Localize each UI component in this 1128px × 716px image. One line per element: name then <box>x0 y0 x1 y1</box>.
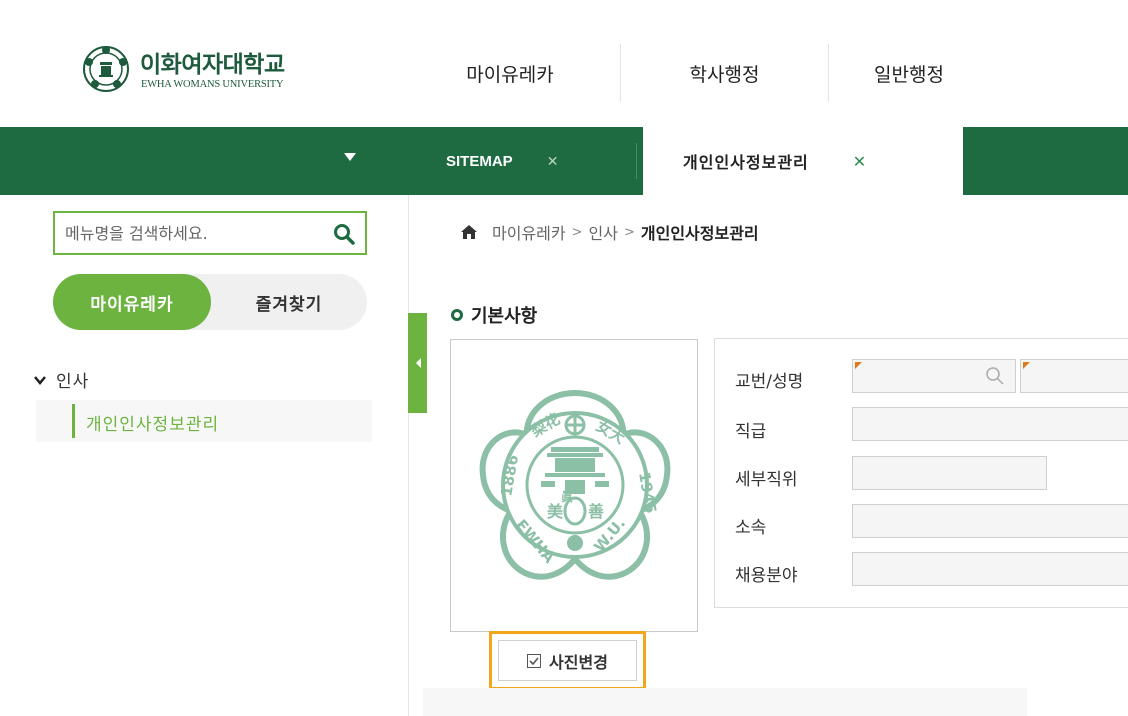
sub-position-field[interactable] <box>852 456 1047 490</box>
tab-active-label: 개인인사정보관리 <box>683 153 809 172</box>
sidebar-border <box>408 195 409 716</box>
university-seal-image: 美 善 眞 梨花 女大 1886 1945 EWHA W.U. <box>479 389 671 580</box>
breadcrumb-item[interactable]: 인사 <box>589 220 618 244</box>
tab-personal-hr-info[interactable]: 개인인사정보관리 ✕ <box>643 127 963 195</box>
section-title-text: 기본사항 <box>471 306 538 327</box>
sidebar-collapse-handle[interactable] <box>408 313 427 413</box>
university-logo[interactable]: 이화여자대학교 EWHA WOMANS UNIVERSITY <box>82 45 342 101</box>
change-photo-button[interactable]: 사진변경 <box>498 640 637 681</box>
hiring-field-field[interactable] <box>852 552 1128 586</box>
employee-name-field[interactable] <box>1020 359 1128 393</box>
toggle-favorites-button[interactable]: 즐겨찾기 <box>211 274 367 330</box>
breadcrumb-separator: > <box>623 224 635 240</box>
search-icon[interactable] <box>333 223 355 245</box>
required-mark <box>855 362 862 369</box>
home-icon[interactable] <box>460 224 478 240</box>
department-field[interactable] <box>852 504 1128 538</box>
tree-node-hr[interactable]: 인사 <box>34 367 89 392</box>
profile-photo: 美 善 眞 梨花 女大 1886 1945 EWHA W.U. <box>450 339 698 632</box>
rank-field[interactable] <box>852 407 1128 441</box>
bullet-circle-icon <box>451 309 463 321</box>
tree-item-label: 개인인사정보관리 <box>86 415 220 435</box>
nav-general-admin[interactable]: 일반행정 <box>829 44 989 102</box>
top-navigation: 마이유레카 학사행정 일반행정 <box>400 44 989 102</box>
nav-academic-admin[interactable]: 학사행정 <box>621 44 828 102</box>
breadcrumb-item[interactable]: 마이유레카 <box>492 220 566 244</box>
arrow-left-icon <box>416 358 421 368</box>
menu-dropdown-caret-icon[interactable] <box>344 153 356 161</box>
checkbox-check-icon <box>527 653 542 668</box>
tab-active-close-icon[interactable]: ✕ <box>853 152 866 171</box>
logo-korean-text: 이화여자대학교 <box>140 52 285 78</box>
menu-search-input[interactable] <box>65 213 325 253</box>
tab-sitemap-close-icon[interactable]: ✕ <box>547 153 559 170</box>
tree-node-label: 인사 <box>56 372 90 392</box>
basic-info-form: 교번/성명 직급 세부직위 소속 채용분야 <box>714 338 1128 608</box>
breadcrumb-separator: > <box>571 224 583 240</box>
breadcrumb: 마이유레카 > 인사 > 개인인사정보관리 <box>460 220 759 244</box>
label-sub-position: 세부직위 <box>735 470 798 490</box>
menu-search-box <box>53 211 367 255</box>
label-employee-no-name: 교번/성명 <box>735 372 804 392</box>
breadcrumb-current: 개인인사정보관리 <box>640 224 759 243</box>
tab-divider <box>636 143 637 179</box>
search-icon[interactable] <box>985 366 1005 386</box>
svg-text:善: 善 <box>588 502 604 521</box>
active-indicator <box>72 404 75 438</box>
menu-toggle: 마이유레카 즐겨찾기 <box>53 274 367 330</box>
tab-sitemap-label: SITEMAP <box>446 152 513 170</box>
header: 이화여자대학교 EWHA WOMANS UNIVERSITY 마이유레카 학사행… <box>0 0 1128 127</box>
chevron-down-icon <box>34 375 46 385</box>
lower-content-panel <box>423 688 1027 716</box>
tab-bar: SITEMAP ✕ 개인인사정보관리 ✕ <box>0 127 1128 195</box>
change-photo-label: 사진변경 <box>549 652 608 672</box>
nav-myeureka[interactable]: 마이유레카 <box>400 44 620 102</box>
toggle-myeureka-button[interactable]: 마이유레카 <box>53 274 211 330</box>
tab-sitemap[interactable]: SITEMAP ✕ <box>446 127 558 195</box>
label-department: 소속 <box>735 518 767 538</box>
svg-text:美: 美 <box>547 502 564 521</box>
label-rank: 직급 <box>735 422 767 442</box>
logo-english-text: EWHA WOMANS UNIVERSITY <box>141 79 284 90</box>
tree-item-personal-hr-info[interactable]: 개인인사정보관리 <box>36 400 372 442</box>
section-title: 기본사항 <box>451 302 537 328</box>
label-hiring-field: 채용분야 <box>735 566 798 586</box>
sidebar: 마이유레카 즐겨찾기 인사 개인인사정보관리 <box>0 195 408 716</box>
employee-no-field[interactable] <box>852 359 1016 393</box>
required-mark <box>1023 362 1030 369</box>
ewha-emblem-icon <box>83 46 129 92</box>
svg-text:眞: 眞 <box>561 489 573 504</box>
